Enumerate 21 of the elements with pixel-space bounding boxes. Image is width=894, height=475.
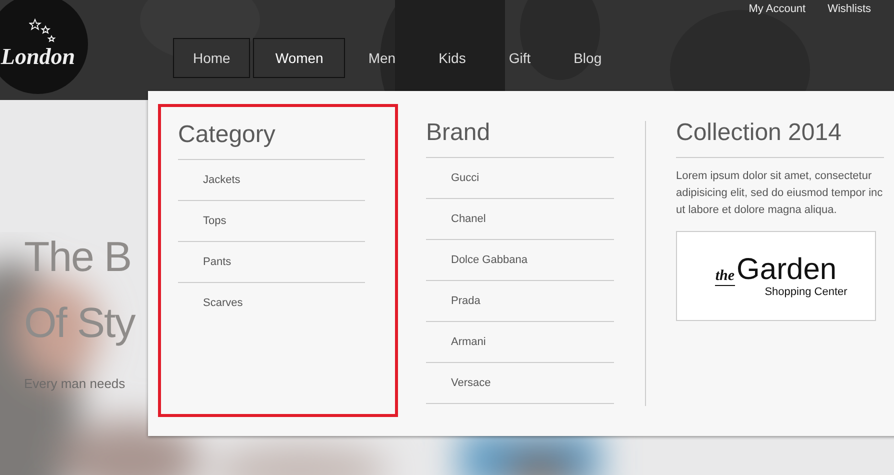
promo-text: Lorem ipsum dolor sit amet, consectetur adipisicing elit, sed do eiusmod tempor inc ut labore et dolore magna aliqua.: [676, 169, 884, 218]
column-heading: Collection 2014: [676, 119, 884, 158]
brand-logo[interactable]: the Garden Shopping Center: [676, 231, 876, 321]
menu-link[interactable]: Prada: [426, 281, 614, 322]
logo-tagline: Shopping Center: [764, 286, 848, 298]
menu-link[interactable]: Dolce Gabbana: [426, 240, 614, 281]
column-heading: Brand: [426, 119, 614, 158]
menu-link[interactable]: Pants: [178, 242, 365, 283]
logo-text: Garden: [736, 254, 837, 286]
hero-heading: The B: [24, 232, 132, 282]
menu-link[interactable]: Tops: [178, 201, 365, 242]
logo-text: the: [715, 268, 735, 286]
menu-link[interactable]: Scarves: [178, 283, 365, 323]
menu-link[interactable]: Chanel: [426, 199, 614, 240]
menu-link[interactable]: Jackets: [178, 160, 365, 201]
column-heading: Category: [178, 121, 365, 160]
hero-subtitle: Every man needs: [24, 376, 126, 391]
hero-heading: Of Sty: [24, 298, 135, 348]
menu-link[interactable]: Versace: [426, 363, 614, 404]
menu-link[interactable]: Gucci: [426, 158, 614, 199]
menu-link[interactable]: Armani: [426, 322, 614, 363]
